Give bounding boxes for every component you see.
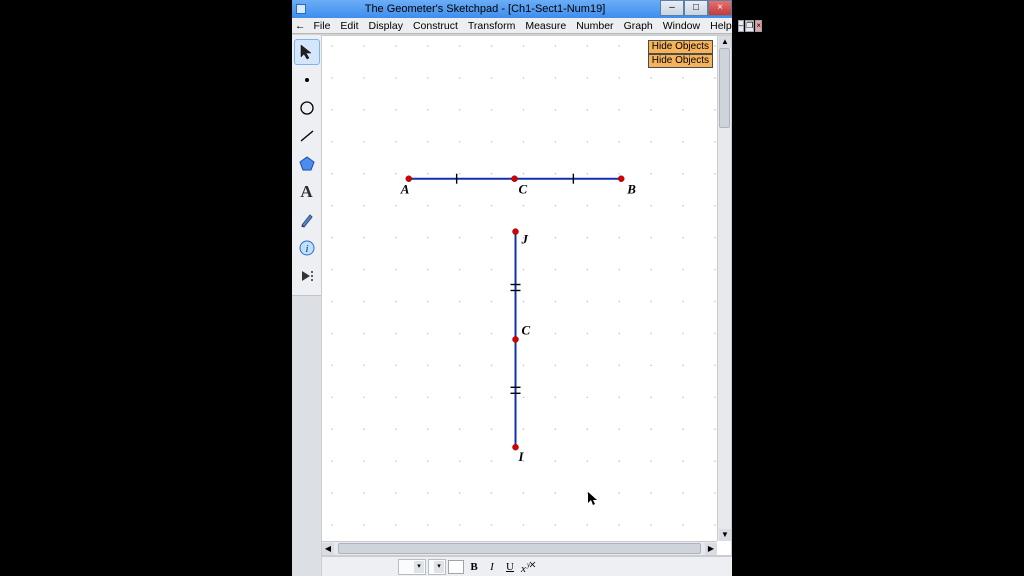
tool-custom[interactable]: [294, 263, 320, 289]
mdi-close-button[interactable]: ×: [755, 20, 762, 32]
close-button[interactable]: ×: [708, 0, 732, 16]
label-a: A: [400, 182, 410, 197]
marker-icon: [298, 211, 316, 229]
underline-button[interactable]: U: [502, 559, 518, 575]
arrow-icon: [298, 43, 316, 61]
text-icon: A: [300, 182, 312, 202]
line-icon: [298, 127, 316, 145]
menu-display[interactable]: Display: [364, 20, 408, 32]
mdi-back-icon[interactable]: ←: [294, 20, 307, 32]
font-size-combo[interactable]: ▾: [398, 559, 426, 575]
horizontal-scroll-thumb[interactable]: [338, 543, 701, 554]
scroll-up-button[interactable]: ▲: [719, 36, 731, 48]
canvas-wrap: {} A C: [322, 35, 732, 576]
toolbox-spacer: [292, 295, 321, 576]
tool-info[interactable]: i: [294, 235, 320, 261]
point-c-on-ab[interactable]: [512, 176, 518, 182]
hide-objects-button-1[interactable]: Hide Objects: [648, 40, 713, 54]
app-icon: [296, 4, 306, 14]
scroll-down-button[interactable]: ▼: [719, 529, 731, 541]
tool-point[interactable]: [294, 67, 320, 93]
titlebar: The Geometer's Sketchpad - [Ch1-Sect1-Nu…: [292, 0, 732, 18]
maximize-button[interactable]: □: [684, 0, 708, 16]
app-window: The Geometer's Sketchpad - [Ch1-Sect1-Nu…: [292, 0, 732, 576]
workarea: A i {}: [292, 34, 732, 576]
minimize-button[interactable]: –: [660, 0, 684, 16]
hide-objects-button-2[interactable]: Hide Objects: [648, 54, 713, 68]
window-buttons: – □ ×: [660, 0, 732, 18]
menu-measure[interactable]: Measure: [520, 20, 571, 32]
point-c-on-ji[interactable]: [513, 336, 519, 342]
circle-icon: [298, 99, 316, 117]
svg-text:i: i: [305, 243, 308, 255]
tool-arrow[interactable]: [294, 39, 320, 65]
label-i: I: [518, 449, 525, 464]
vertical-scrollbar[interactable]: ▲ ▼: [717, 36, 731, 541]
label-b: B: [626, 182, 636, 197]
scroll-left-button[interactable]: ◀: [322, 543, 334, 555]
sketch-canvas[interactable]: {} A C: [322, 36, 717, 541]
menu-window[interactable]: Window: [658, 20, 705, 32]
bold-button[interactable]: B: [466, 559, 482, 575]
tool-circle[interactable]: [294, 95, 320, 121]
label-j: J: [520, 232, 528, 247]
point-icon: [298, 71, 316, 89]
menu-edit[interactable]: Edit: [335, 20, 363, 32]
horizontal-scrollbar[interactable]: ◀ ▶: [322, 541, 717, 555]
tool-text[interactable]: A: [294, 179, 320, 205]
canvas-viewport: {} A C: [322, 35, 732, 556]
italic-button[interactable]: I: [484, 559, 500, 575]
custom-tool-icon: [298, 267, 316, 285]
tool-marker[interactable]: [294, 207, 320, 233]
toolbox: A i: [292, 35, 322, 576]
menubar: ← File Edit Display Construct Transform …: [292, 18, 732, 34]
point-j[interactable]: [513, 229, 519, 235]
menu-number[interactable]: Number: [571, 20, 618, 32]
math-format-button[interactable]: x y: [520, 559, 536, 575]
menu-construct[interactable]: Construct: [408, 20, 463, 32]
tool-line[interactable]: [294, 123, 320, 149]
label-c1: C: [519, 182, 528, 197]
svg-text:x: x: [520, 563, 526, 574]
label-c2: C: [521, 322, 530, 337]
scroll-right-button[interactable]: ▶: [705, 543, 717, 555]
math-format-icon: x y: [520, 560, 536, 574]
font-family-combo[interactable]: ▾: [428, 559, 446, 575]
text-toolbar: ▾ ▾ B I U x y: [322, 556, 732, 576]
polygon-icon: [298, 155, 316, 173]
mdi-minimize-button[interactable]: –: [738, 20, 744, 32]
info-icon: i: [298, 239, 316, 257]
menu-graph[interactable]: Graph: [619, 20, 658, 32]
point-b[interactable]: [618, 176, 624, 182]
vertical-scroll-thumb[interactable]: [719, 48, 730, 128]
tool-polygon[interactable]: [294, 151, 320, 177]
text-color-well[interactable]: [448, 560, 464, 574]
menu-transform[interactable]: Transform: [463, 20, 520, 32]
mdi-restore-button[interactable]: ❐: [745, 20, 754, 32]
window-title: The Geometer's Sketchpad - [Ch1-Sect1-Nu…: [310, 3, 660, 15]
menu-help[interactable]: Help: [705, 20, 737, 32]
menu-file[interactable]: File: [309, 20, 336, 32]
